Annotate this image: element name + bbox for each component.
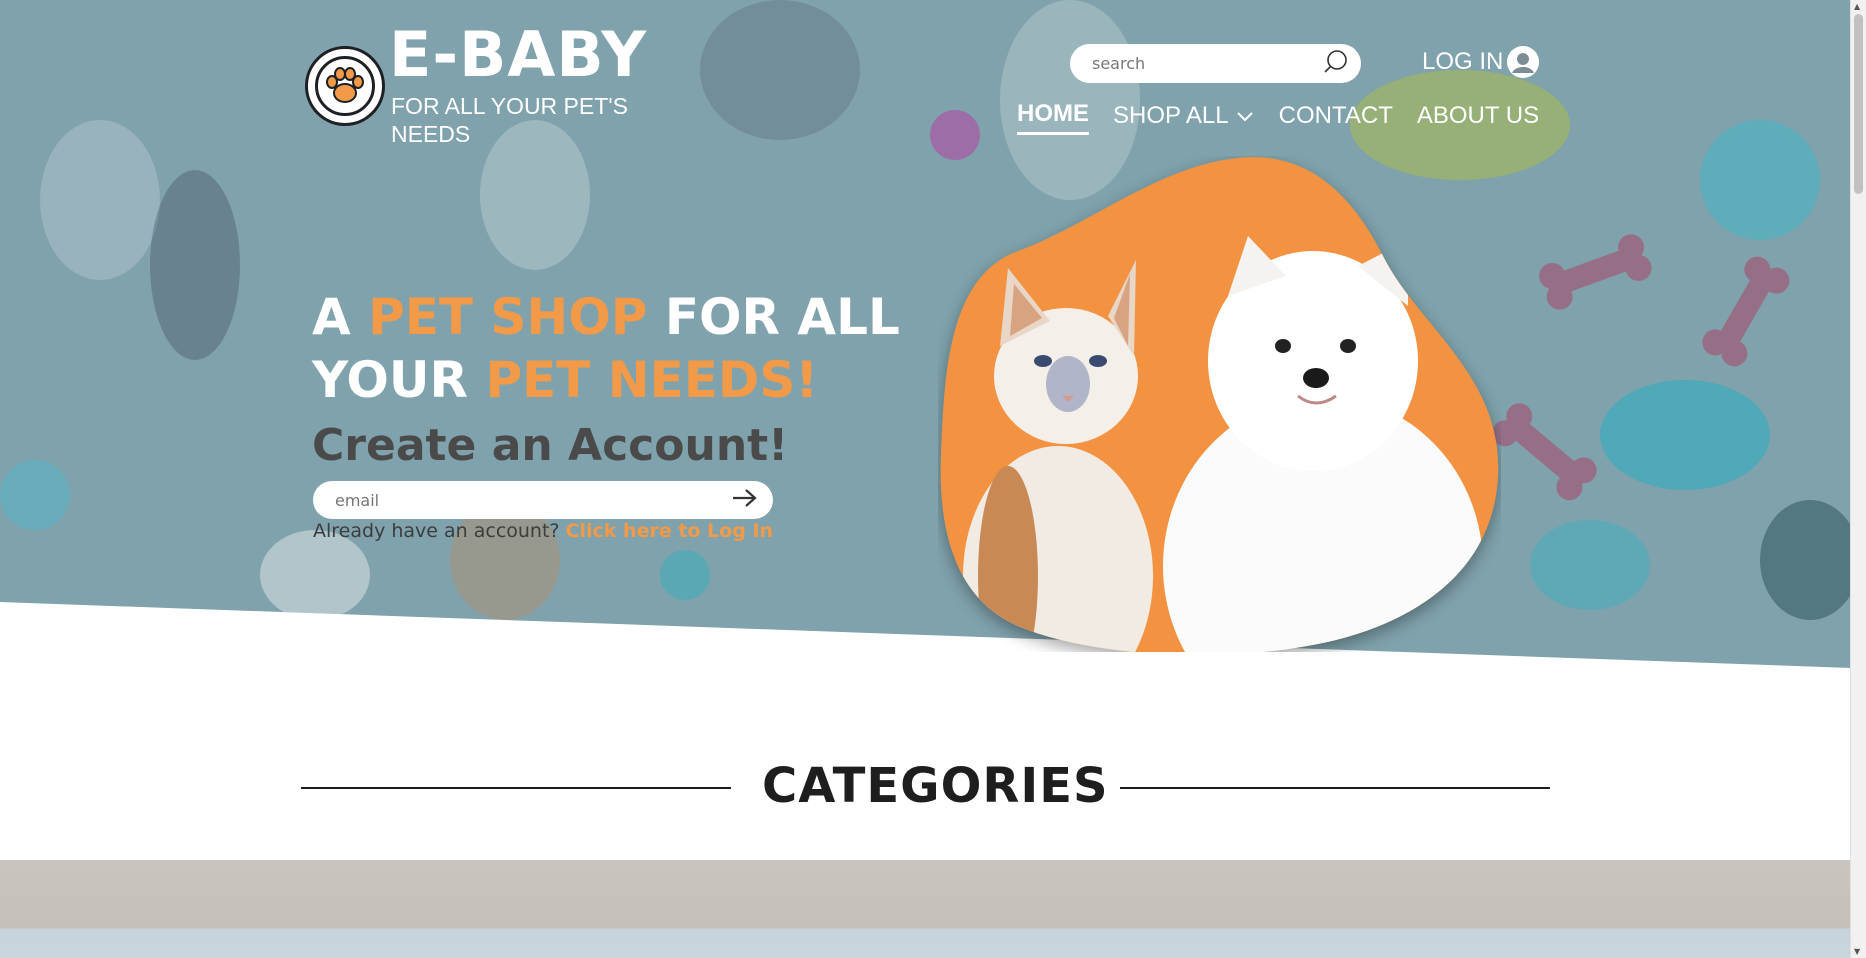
brand-logo[interactable] xyxy=(305,46,385,126)
chevron-down-icon xyxy=(1235,102,1255,130)
email-field[interactable] xyxy=(333,489,731,511)
scroll-up-icon[interactable]: ▲ xyxy=(1854,2,1860,11)
hero-headline: A PET SHOP FOR ALL YOUR PET NEEDS! xyxy=(312,286,932,412)
nav-home[interactable]: HOME xyxy=(1017,100,1089,135)
nav-about-us[interactable]: ABOUT US xyxy=(1417,100,1539,135)
headline-part-4: PET NEEDS! xyxy=(485,351,819,409)
search-input[interactable] xyxy=(1090,53,1323,74)
brand-tagline: FOR ALL YOUR PET'S NEEDS xyxy=(391,93,629,147)
nav-contact[interactable]: CONTACT xyxy=(1279,100,1393,135)
nav-contact-label: CONTACT xyxy=(1278,101,1393,129)
brand-name[interactable]: E-BABY xyxy=(389,24,647,86)
login-button[interactable]: LOG IN xyxy=(1422,46,1540,78)
headline-part-1: A xyxy=(312,288,369,346)
paw-icon xyxy=(315,56,375,116)
signup-email-form[interactable] xyxy=(313,481,773,519)
categories-title: CATEGORIES xyxy=(762,758,1109,814)
arrow-right-icon[interactable] xyxy=(731,487,759,513)
categories-divider-right xyxy=(1120,787,1550,789)
nav-shop-all-label: SHOP ALL xyxy=(1113,101,1229,129)
hero-pets-image xyxy=(938,156,1501,656)
login-prompt: Already have an account? Click here to L… xyxy=(313,520,773,542)
create-account-heading: Create an Account! xyxy=(312,420,789,471)
main-nav: HOME SHOP ALL CONTACT ABOUT US xyxy=(1017,100,1539,135)
search-icon[interactable] xyxy=(1323,49,1349,79)
login-label: LOG IN xyxy=(1422,48,1504,75)
categories-divider-left xyxy=(301,787,731,789)
login-link[interactable]: Click here to Log In xyxy=(566,520,774,542)
already-text: Already have an account? xyxy=(313,520,560,542)
page-scrollbar[interactable]: ▲ ▼ xyxy=(1850,0,1866,958)
scrollbar-thumb[interactable] xyxy=(1854,14,1863,194)
user-icon xyxy=(1507,46,1540,78)
scroll-down-icon[interactable]: ▼ xyxy=(1854,947,1860,956)
search-bar[interactable] xyxy=(1070,44,1361,83)
nav-about-label: ABOUT US xyxy=(1416,101,1540,129)
headline-part-2: PET SHOP xyxy=(368,288,648,346)
nav-shop-all[interactable]: SHOP ALL xyxy=(1113,100,1255,135)
nav-home-label: HOME xyxy=(1017,100,1089,127)
category-banner-image[interactable] xyxy=(0,860,1851,958)
